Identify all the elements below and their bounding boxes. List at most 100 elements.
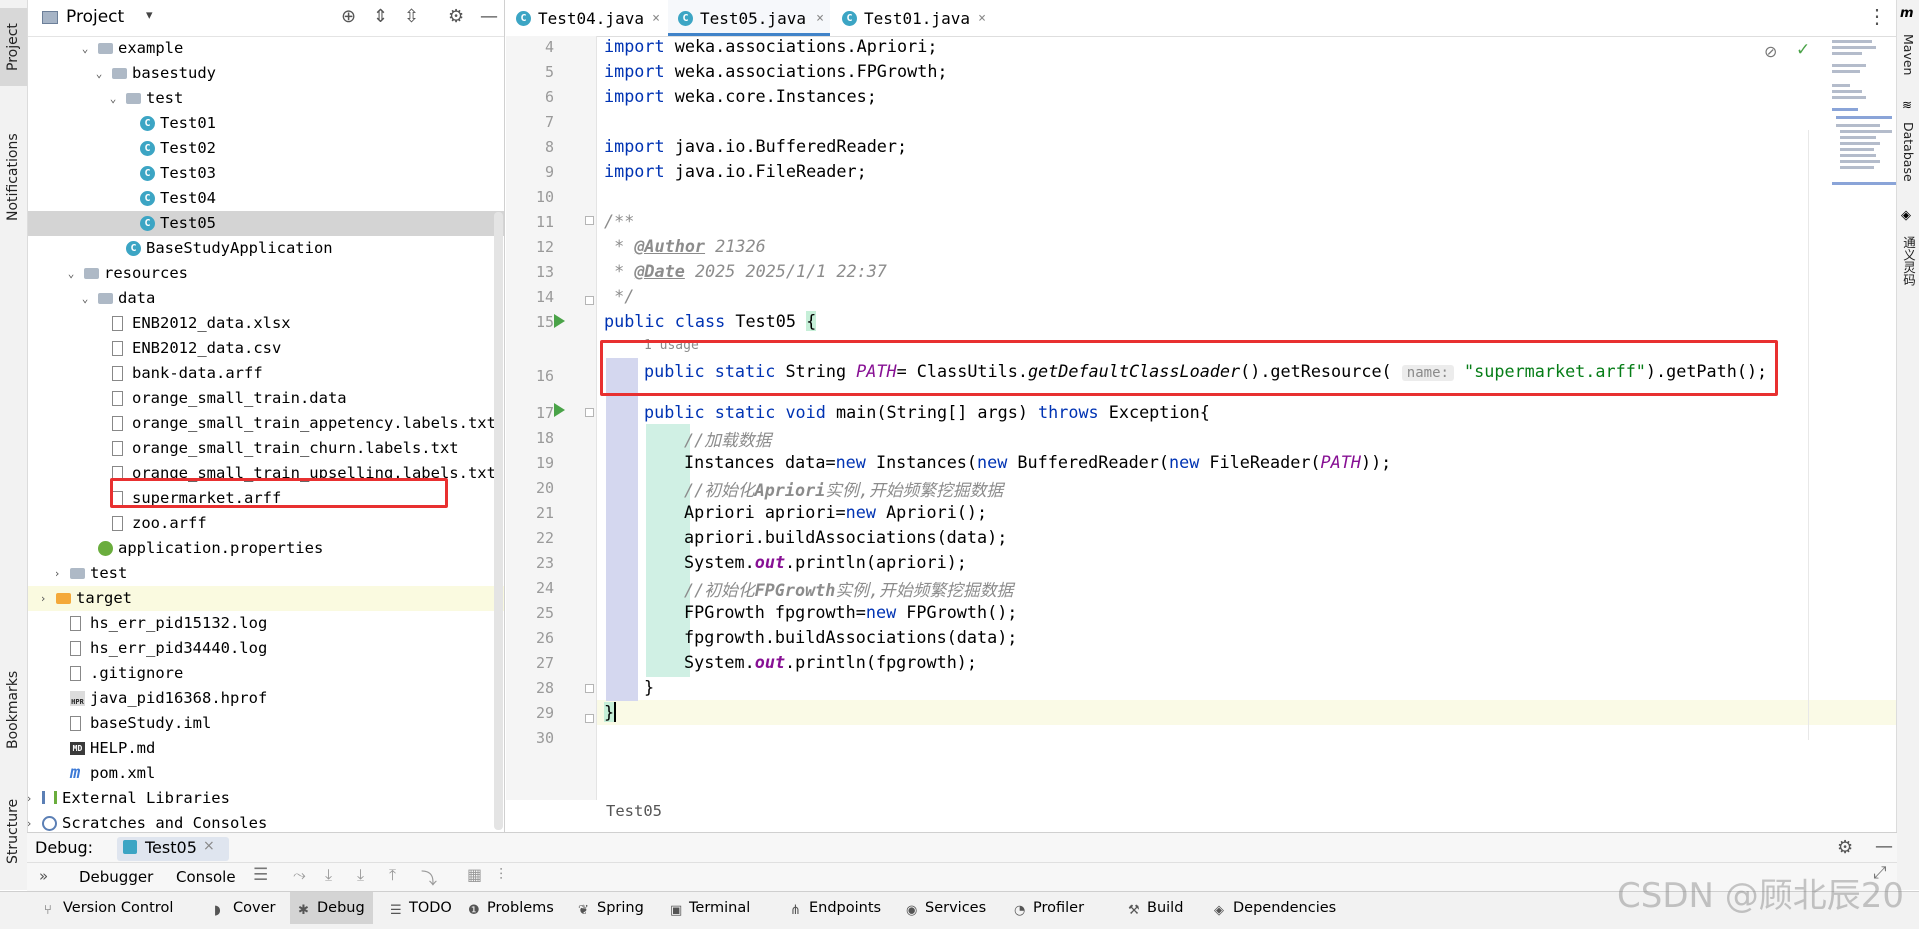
tool-window-problems[interactable]: ❶ Problems [468, 900, 554, 918]
tool-window-endpoints[interactable]: ⋔ Endpoints [790, 900, 881, 918]
tool-window-terminal[interactable]: ▣ Terminal [670, 900, 750, 918]
tree-item[interactable]: C BaseStudyApplication [28, 236, 504, 261]
tree-item[interactable]: C Test04 [28, 186, 504, 211]
tree-item[interactable]: C Test03 [28, 161, 504, 186]
database-tool-tab[interactable]: Database [1897, 116, 1919, 188]
tree-item[interactable]: ⌄ basestudy [28, 61, 504, 86]
step-out-icon[interactable]: ⤒ [389, 865, 396, 885]
chevron-down-icon[interactable]: ⌄ [64, 261, 78, 286]
tree-item[interactable]: orange_small_train_appetency.labels.txt [28, 411, 504, 436]
show-execution-point-icon[interactable]: ⤳ [293, 865, 306, 885]
gear-icon[interactable]: ⚙ [448, 6, 464, 27]
tree-item[interactable]: orange_small_train_churn.labels.txt [28, 436, 504, 461]
fold-icon[interactable] [585, 408, 594, 417]
fold-icon[interactable] [585, 296, 594, 305]
tool-window-spring[interactable]: ❦ Spring [578, 900, 644, 918]
fold-icon[interactable] [585, 216, 594, 225]
tool-window-profiler[interactable]: ◔ Profiler [1014, 900, 1084, 918]
line-number: 7 [544, 113, 554, 131]
tree-item[interactable]: hs_err_pid34440.log [28, 636, 504, 661]
code-area[interactable]: 4 5 6 7 8 9 10 11 12 13 14 15 16 17 18 19 20 21 22 23 24 25 26… [506, 36, 1897, 800]
tool-window-cover[interactable]: ◗ Cover [214, 900, 275, 918]
tool-window-services[interactable]: ◉ Services [906, 900, 986, 918]
chevron-right-icon[interactable]: › [50, 561, 64, 586]
evaluate-icon[interactable]: ▦ [467, 865, 482, 884]
reader-mode-icon[interactable]: ⊘ [1764, 42, 1777, 61]
more-options-icon[interactable]: ⋮ [1867, 4, 1887, 28]
expand-all-icon[interactable]: ⇕ [373, 6, 388, 27]
check-icon[interactable]: ✓ [1796, 40, 1810, 60]
tree-item[interactable]: C Test02 [28, 136, 504, 161]
tree-item[interactable]: C Test05 [28, 211, 504, 236]
gear-icon[interactable]: ⚙ [1837, 837, 1853, 858]
tool-window-dependencies[interactable]: ◈ Dependencies [1214, 900, 1336, 918]
tree-item[interactable]: application.properties [28, 536, 504, 561]
chevron-down-icon[interactable]: ⌄ [78, 36, 92, 61]
locate-icon[interactable]: ⊕ [341, 6, 356, 27]
breadcrumb[interactable]: Test05 [606, 802, 662, 820]
chevron-down-icon[interactable]: ⌄ [106, 86, 120, 111]
run-to-cursor-icon[interactable]: ⤵ [421, 865, 437, 889]
close-icon[interactable]: × [816, 0, 824, 38]
tab-test01[interactable]: C Test01.java × [832, 0, 992, 36]
menu-icon[interactable]: ☰ [253, 865, 268, 885]
fold-icon[interactable] [585, 684, 594, 693]
profiler-icon: ◔ [1014, 903, 1026, 918]
tree-scrollbar[interactable] [494, 212, 503, 830]
tree-item[interactable]: orange_small_train.data [28, 386, 504, 411]
project-panel-title[interactable]: Project [66, 7, 124, 27]
tree-item[interactable]: C Test01 [28, 111, 504, 136]
code-minimap[interactable] [1820, 36, 1902, 196]
tab-test05[interactable]: C Test05.java × [668, 0, 830, 36]
tool-window-todo[interactable]: ☰ TODO [390, 900, 452, 918]
chevron-right-icon[interactable]: › [36, 586, 50, 611]
tree-item[interactable]: › target [28, 586, 504, 611]
tool-window-build[interactable]: ⚒ Build [1128, 900, 1183, 918]
chevron-right-icon[interactable]: › [22, 786, 36, 811]
step-into-icon[interactable]: ⤓ [357, 865, 364, 885]
tree-item[interactable]: hs_err_pid15132.log [28, 611, 504, 636]
tree-item[interactable]: m pom.xml [28, 761, 504, 786]
run-main-icon[interactable] [554, 403, 565, 417]
trace-icon[interactable]: ⫶ [499, 865, 503, 885]
tree-item[interactable]: ENB2012_data.xlsx [28, 311, 504, 336]
tab-test04[interactable]: C Test04.java × [506, 0, 666, 36]
minimize-icon[interactable]: — [480, 6, 498, 27]
bookmarks-tool-tab[interactable]: Bookmarks [0, 660, 27, 760]
fold-icon[interactable] [585, 714, 594, 723]
close-icon[interactable]: × [652, 0, 660, 38]
tree-item[interactable]: › test [28, 561, 504, 586]
more-tabs-icon[interactable]: » [39, 867, 48, 885]
chevron-down-icon[interactable]: ▾ [146, 8, 153, 23]
notifications-tool-tab[interactable]: Notifications [0, 112, 27, 242]
tree-item[interactable]: ⌄ test [28, 86, 504, 111]
tree-item[interactable]: .gitignore [28, 661, 504, 686]
tab-debugger[interactable]: Debugger [79, 868, 153, 886]
tab-console[interactable]: Console [176, 868, 236, 886]
chevron-down-icon[interactable]: ⌄ [92, 61, 106, 86]
maven-tool-tab[interactable]: Maven [1897, 30, 1919, 80]
tool-window-debug[interactable]: ✱ Debug [290, 892, 373, 924]
tree-item[interactable]: ⌄ resources [28, 261, 504, 286]
tree-item[interactable]: bank-data.arff [28, 361, 504, 386]
tree-item[interactable]: zoo.arff [28, 511, 504, 536]
close-icon[interactable]: × [203, 838, 215, 854]
tree-item[interactable]: HPR java_pid16368.hprof [28, 686, 504, 711]
tree-item[interactable]: › External Libraries [26, 786, 504, 811]
tool-window-version-control[interactable]: ⑂ Version Control [44, 900, 173, 918]
close-icon[interactable]: × [978, 0, 986, 38]
debug-session-label[interactable]: Test05 [145, 838, 197, 857]
chevron-down-icon[interactable]: ⌄ [78, 286, 92, 311]
tree-item[interactable]: ⌄ data [28, 286, 504, 311]
collapse-all-icon[interactable]: ⇳ [404, 6, 419, 27]
project-tool-tab[interactable]: Project [0, 8, 27, 86]
minimize-icon[interactable]: — [1875, 836, 1893, 857]
tree-item[interactable]: ⌄ example [28, 36, 504, 61]
run-class-icon[interactable] [554, 314, 565, 328]
tree-item[interactable]: ENB2012_data.csv [28, 336, 504, 361]
editor-scrollbar[interactable] [1808, 130, 1819, 740]
tree-item[interactable]: baseStudy.iml [28, 711, 504, 736]
tree-item[interactable]: MD HELP.md [28, 736, 504, 761]
step-over-icon[interactable]: ⤓ [325, 865, 332, 885]
tongyi-tool-tab[interactable]: 通义灵码 [1897, 226, 1919, 296]
